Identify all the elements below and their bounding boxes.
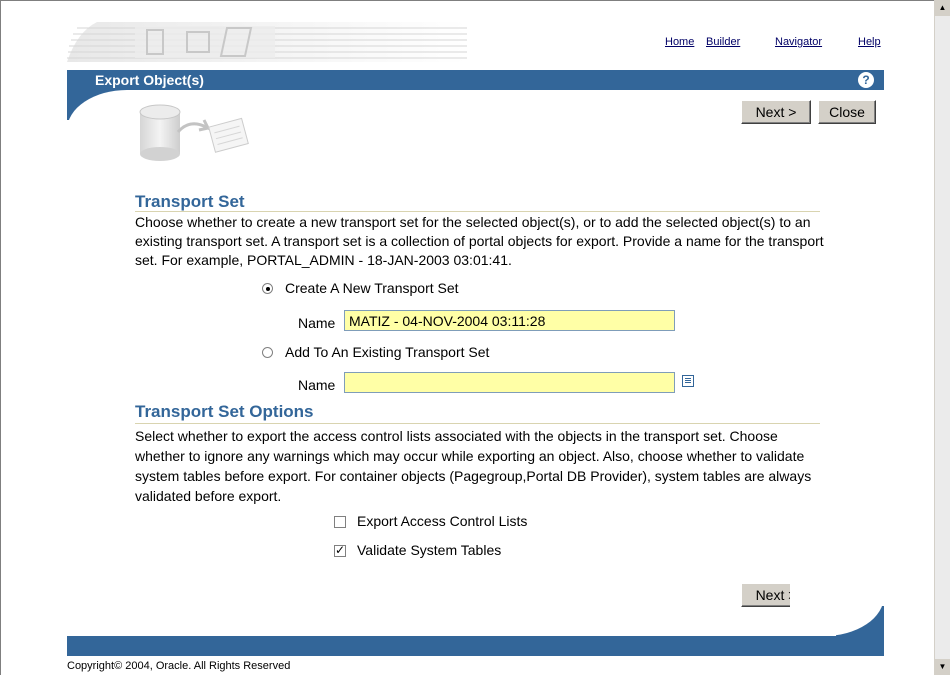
existing-name-label: Name: [298, 377, 336, 393]
export-acl-checkbox[interactable]: [334, 516, 346, 528]
nav-help-link[interactable]: Help: [858, 36, 881, 48]
next-button-top[interactable]: Next >: [741, 100, 811, 124]
transport-set-heading: Transport Set: [135, 192, 245, 211]
create-new-transport-set-label: Create A New Transport Set: [285, 280, 459, 296]
list-of-values-icon[interactable]: [682, 375, 694, 387]
help-icon[interactable]: ?: [858, 72, 874, 88]
export-acl-label: Export Access Control Lists: [357, 513, 528, 529]
copyright-text: Copyright© 2004, Oracle. All Rights Rese…: [67, 660, 291, 672]
window-left-border: [0, 0, 1, 675]
page-title-bar: Export Object(s) ?: [67, 70, 884, 90]
nav-navigator-link[interactable]: Navigator: [775, 36, 822, 48]
add-existing-transport-set-radio[interactable]: [262, 347, 273, 358]
window-top-border: [0, 0, 950, 1]
nav-builder-link[interactable]: Builder: [706, 36, 740, 48]
footer-bar: [67, 636, 884, 656]
transport-set-options-description: Select whether to export the access cont…: [135, 428, 812, 504]
transport-set-divider: [135, 211, 820, 212]
scroll-down-arrow-icon[interactable]: ▼: [935, 659, 950, 675]
transport-set-description: Choose whether to create a new transport…: [135, 214, 824, 268]
scroll-up-arrow-icon[interactable]: ▲: [935, 0, 950, 16]
top-navigation: Home Builder Navigator Help: [0, 36, 950, 50]
new-transport-set-name-input[interactable]: [344, 310, 675, 331]
nav-home-link[interactable]: Home: [665, 36, 694, 48]
validate-system-tables-label: Validate System Tables: [357, 542, 502, 558]
transport-set-options-heading: Transport Set Options: [135, 402, 314, 421]
vertical-scrollbar[interactable]: ▲ ▼: [934, 0, 950, 675]
close-button-top[interactable]: Close: [818, 100, 876, 124]
create-new-transport-set-radio[interactable]: [262, 283, 273, 294]
existing-transport-set-name-input[interactable]: [344, 372, 675, 393]
page-title: Export Object(s): [95, 72, 204, 88]
export-database-icon: [139, 104, 249, 161]
validate-system-tables-checkbox[interactable]: [334, 543, 346, 557]
transport-set-options-divider: [135, 423, 820, 424]
new-name-label: Name: [298, 315, 336, 331]
add-existing-transport-set-label: Add To An Existing Transport Set: [285, 344, 490, 360]
